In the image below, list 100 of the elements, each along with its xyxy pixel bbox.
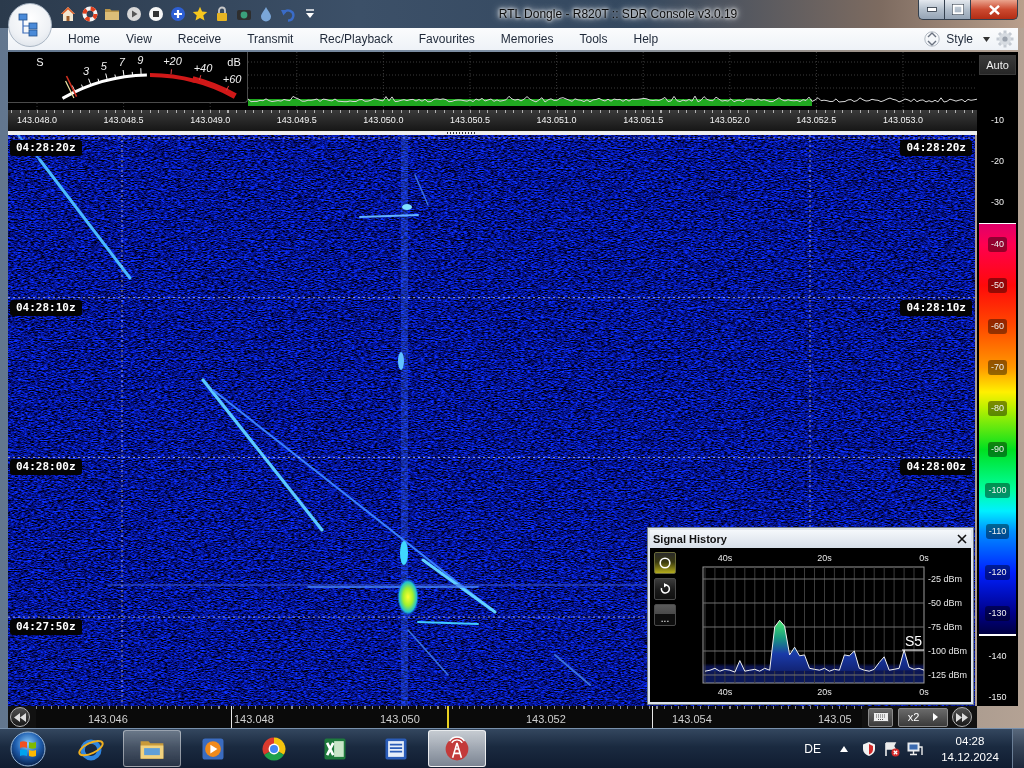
frequency-label: 143.050.5 (448, 115, 491, 126)
caret-down-icon (983, 36, 990, 42)
panel-title: Signal History (653, 533, 728, 545)
level-label: -100 (985, 482, 1010, 498)
keyboard-icon (872, 712, 889, 722)
level-label: -110 (985, 523, 1010, 539)
monitor-icon[interactable] (907, 740, 923, 757)
frequency-label: 143.054 (672, 713, 712, 726)
rewind-button[interactable] (10, 707, 30, 727)
menu-item[interactable]: Home (55, 28, 113, 50)
tuning-marker (447, 706, 449, 728)
s-unit-label: S (36, 56, 44, 68)
star-icon[interactable] (192, 6, 208, 22)
axis-label: -50 dBm (928, 598, 962, 608)
menu-item[interactable]: Help (620, 28, 672, 50)
axis-label: 40s (717, 553, 733, 563)
minimize-button[interactable] (918, 0, 944, 20)
menu-item[interactable]: Transmit (234, 28, 307, 50)
frequency-label: 143.046 (88, 713, 128, 726)
frequency-label: 143.052.5 (795, 115, 838, 126)
refresh-icon (659, 583, 671, 595)
level-label: -70 (988, 359, 1007, 375)
close-icon[interactable] (957, 534, 967, 544)
splitter-handle[interactable] (447, 132, 477, 134)
time-label: 04:28:20z (900, 140, 972, 156)
time-label: 04:27:50z (10, 619, 82, 636)
home-icon[interactable] (60, 6, 76, 22)
frequency-label: 143.053.0 (881, 115, 924, 126)
caret-up-icon[interactable] (840, 745, 848, 752)
scale-label: +20 (163, 55, 182, 68)
axis-label: -75 dBm (928, 622, 962, 632)
clock-date[interactable]: 14.12.2024 (941, 748, 999, 765)
scale-label: 3 (82, 65, 90, 78)
level-label: -120 (985, 564, 1010, 580)
fast-forward-button[interactable] (952, 707, 972, 727)
minimize-icon (926, 7, 937, 12)
scale-label: +60 (222, 72, 242, 85)
clock-time[interactable]: 04:28 (955, 732, 985, 749)
shield-icon[interactable] (861, 740, 877, 757)
level-label: -140 (987, 649, 1008, 663)
signal-level-marker (901, 649, 925, 651)
start-orb-icon (10, 730, 46, 767)
frequency-label: 143.050.0 (362, 115, 405, 126)
frequency-label: 143.05 (818, 713, 852, 726)
annotation-label: S5 (904, 633, 922, 649)
frequency-label: 143.052 (526, 713, 566, 726)
time-label: 04:28:00z (900, 459, 972, 476)
show-desktop-button[interactable] (1012, 729, 1024, 768)
axis-label: 0s (919, 687, 929, 697)
frequency-label: 143.052.0 (708, 115, 751, 126)
flag-icon[interactable] (884, 740, 900, 757)
scale-label: 7 (118, 56, 125, 69)
auto-button[interactable]: Auto (979, 55, 1016, 75)
zoom-button[interactable]: x2 (898, 707, 948, 727)
level-label: -10 (990, 113, 1005, 127)
frequency-label: 143.048.0 (15, 115, 58, 126)
taskbar-button[interactable] (122, 730, 181, 767)
db-unit-label: dB (227, 56, 241, 68)
frequency-label: 143.050 (380, 713, 420, 726)
padlock-icon[interactable] (214, 6, 230, 22)
time-label: 04:28:20z (10, 140, 82, 156)
keyboard-button[interactable] (868, 707, 893, 727)
menu-item[interactable]: Memories (487, 28, 567, 50)
close-icon (988, 4, 1000, 15)
droplet-icon[interactable] (258, 6, 274, 22)
frequency-label: 143.048.5 (102, 115, 145, 126)
frequency-label: 143.048 (234, 713, 274, 726)
axis-label: -25 dBm (928, 574, 962, 584)
frequency-label: 143.049.0 (189, 115, 232, 126)
plus-icon[interactable] (170, 6, 186, 22)
tool-button[interactable]: ... (654, 604, 676, 626)
menu-item[interactable]: Tools (566, 28, 621, 50)
tool-button[interactable] (654, 552, 676, 574)
level-label: -90 (988, 441, 1007, 457)
stop-icon[interactable] (148, 6, 164, 22)
time-label: 04:28:00z (10, 459, 82, 476)
frequency-label: 143.049.5 (275, 115, 318, 126)
language-indicator[interactable]: DE (804, 741, 821, 756)
frequency-label: 143.051.0 (535, 115, 578, 126)
close-button[interactable] (970, 0, 1018, 20)
style-dropdown[interactable]: Style (944, 29, 992, 49)
folder-icon[interactable] (104, 6, 120, 22)
taskbar-button[interactable] (427, 730, 486, 767)
maximize-button[interactable] (944, 0, 970, 20)
frequency-label: 143.051.5 (622, 115, 665, 126)
lifebuoy-icon[interactable] (82, 6, 98, 22)
chevron-updown-icon[interactable] (924, 30, 941, 48)
axis-label: 20s (817, 553, 832, 563)
circle-icon (659, 557, 671, 569)
axis-label: 0s (919, 553, 929, 563)
scale-label: 9 (137, 54, 144, 67)
level-label: -80 (988, 400, 1007, 416)
play-icon[interactable] (126, 6, 142, 22)
range-marker (231, 706, 232, 728)
tool-button[interactable] (654, 578, 676, 600)
menu-item[interactable]: Favourites (405, 28, 488, 50)
menu-item[interactable]: View (113, 28, 165, 50)
level-label: -30 (990, 195, 1005, 209)
menu-item[interactable]: Rec/Playback (306, 28, 406, 50)
menu-item[interactable]: Receive (164, 28, 235, 50)
